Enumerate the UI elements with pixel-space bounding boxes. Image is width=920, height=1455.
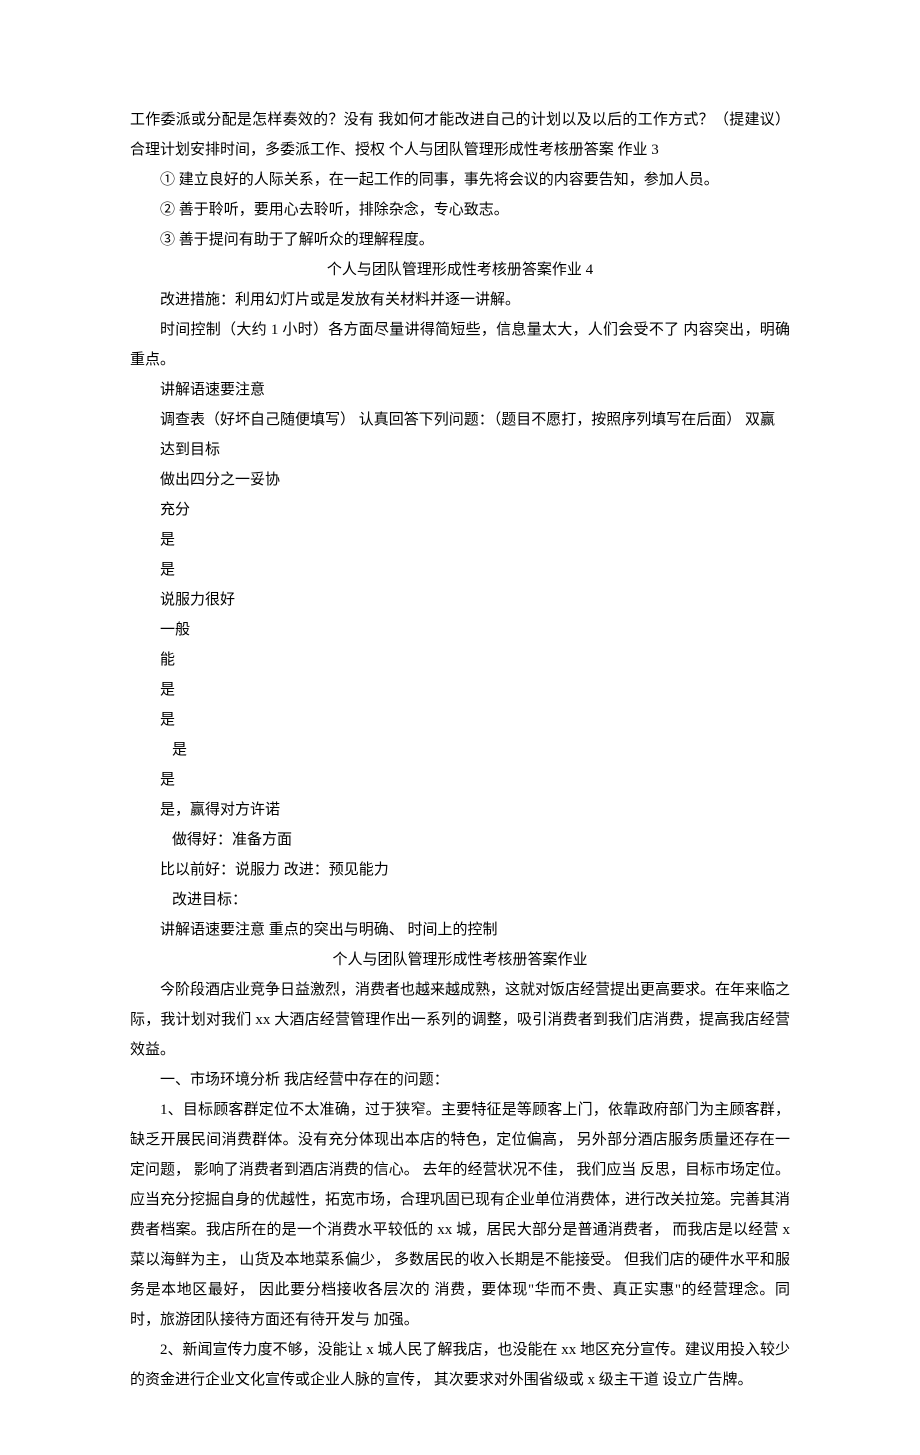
answer-yes-3: 是 [130, 675, 790, 705]
problem-1-para: 1、目标顾客群定位不太准确，过于狭窄。主要特征是等顾客上门，依靠政府部门为主顾客… [130, 1095, 790, 1335]
section-title-next: 个人与团队管理形成性考核册答案作业 [130, 945, 790, 975]
improve-goal-label: 改进目标： [130, 885, 790, 915]
improve-goal-content: 讲解语速要注意 重点的突出与明确、 时间上的控制 [130, 915, 790, 945]
list-item-2: ② 善于聆听，要用心去聆听，排除杂念，专心致志。 [130, 195, 790, 225]
survey-line: 调查表（好坏自己随便填写） 认真回答下列问题：（题目不愿打，按照序列填写在后面）… [130, 405, 790, 435]
answer-normal: 一般 [130, 615, 790, 645]
answer-yes-1: 是 [130, 525, 790, 555]
list-item-3: ③ 善于提问有助于了解听众的理解程度。 [130, 225, 790, 255]
answer-yes-promise: 是，赢得对方许诺 [130, 795, 790, 825]
compromise-line: 做出四分之一妥协 [130, 465, 790, 495]
answer-full: 充分 [130, 495, 790, 525]
answer-yes-6: 是 [130, 765, 790, 795]
market-analysis-heading: 一、市场环境分析 我店经营中存在的问题： [130, 1065, 790, 1095]
persuade-good: 说服力很好 [130, 585, 790, 615]
problem-2-para: 2、新闻宣传力度不够，没能让 x 城人民了解我店，也没能在 xx 地区充分宣传。… [130, 1335, 790, 1395]
reach-goal-line: 达到目标 [130, 435, 790, 465]
improve-line: 改进措施：利用幻灯片或是发放有关材料并逐一讲解。 [130, 285, 790, 315]
did-well-line: 做得好：准备方面 [130, 825, 790, 855]
section-title-4: 个人与团队管理形成性考核册答案作业 4 [130, 255, 790, 285]
doc-intro-line1: 工作委派或分配是怎样奏效的？没有 我如何才能改进自己的计划以及以后的工作方式？（… [130, 105, 790, 165]
answer-yes-4: 是 [130, 705, 790, 735]
answer-yes-5: 是 [130, 735, 790, 765]
time-control-line: 时间控制（大约 1 小时）各方面尽量讲得简短些，信息量太大，人们会受不了 内容突… [130, 315, 790, 375]
answer-yes-2: 是 [130, 555, 790, 585]
speed-note-line: 讲解语速要注意 [130, 375, 790, 405]
answer-can: 能 [130, 645, 790, 675]
hotel-intro-para: 今阶段酒店业竞争日益激烈，消费者也越来越成熟，这就对饭店经营提出更高要求。在年来… [130, 975, 790, 1065]
better-than-before: 比以前好：说服力 改进：预见能力 [130, 855, 790, 885]
list-item-1: ① 建立良好的人际关系，在一起工作的同事，事先将会议的内容要告知，参加人员。 [130, 165, 790, 195]
